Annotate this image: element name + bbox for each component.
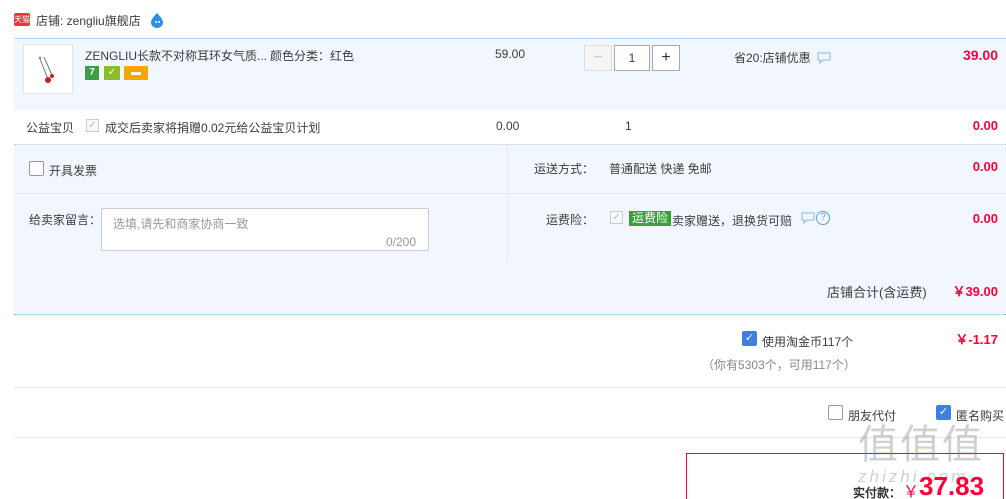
divider (14, 193, 508, 194)
credit-card-icon[interactable]: ▬ (124, 66, 148, 80)
item-title-link[interactable]: ZENGLIU长款不对称耳环女气质... (85, 47, 267, 64)
quantity-increase-button[interactable]: + (652, 45, 680, 71)
store-total-value: ￥39.00 (952, 284, 998, 299)
friend-pay-checkbox[interactable] (828, 405, 843, 420)
item-unit-price: 59.00 (495, 47, 526, 61)
seller-memo-char-count: 0/200 (386, 235, 417, 249)
taojinbi-checkbox[interactable]: ✓ (742, 331, 757, 346)
shipping-fee: 0.00 (972, 159, 998, 174)
divider (507, 144, 508, 262)
chat-bubble-icon[interactable] (817, 52, 831, 65)
shipping-method-value: 普通配送 快递 免邮 (609, 162, 712, 176)
taojinbi-label[interactable]: 使用淘金币117个 (762, 333, 853, 350)
invoice-label[interactable]: 开具发票 (49, 162, 97, 179)
actual-payment-value: 37.83 (919, 471, 985, 499)
taojinbi-note: （你有5303个，可用117个） (702, 358, 856, 372)
discount-label: 省20:店铺优惠 (734, 51, 811, 65)
shop-name-link[interactable]: 店铺: zengliu旗舰店 (36, 12, 141, 29)
quantity-input[interactable]: 1 (614, 45, 650, 71)
item-thumbnail[interactable] (23, 44, 73, 94)
seller-memo-placeholder: 选填,请先和商家协商一致 (113, 217, 249, 231)
shipping-insurance-badge: 运费险 (629, 211, 672, 226)
seven-day-return-icon[interactable]: 7 (85, 66, 99, 80)
chat-bubble-icon[interactable] (801, 212, 815, 225)
wangwang-chat-icon[interactable] (149, 12, 165, 28)
taojinbi-discount: ￥-1.17 (955, 332, 998, 347)
divider (14, 387, 1006, 388)
shipping-insurance-label: 运费险： (546, 213, 595, 227)
quantity-decrease-button[interactable]: − (584, 45, 612, 71)
invoice-checkbox[interactable] (29, 161, 44, 176)
guarantee-icon[interactable]: ✓ (104, 66, 120, 80)
actual-payment-label: 实付款： (853, 486, 902, 499)
charity-price: 0.00 (496, 119, 520, 133)
seller-memo-label: 给卖家留言： (29, 213, 102, 227)
item-spec: 颜色分类：红色 (270, 49, 355, 63)
shipping-insurance-checkbox: ✓ (610, 211, 623, 224)
shipping-insurance-fee: 0.00 (972, 211, 998, 226)
actual-payment-currency: ￥ (903, 484, 920, 499)
store-total-label: 店铺合计(含运费) (827, 285, 927, 300)
item-subtotal: 39.00 (962, 47, 998, 63)
watermark-logo: 值值值 (858, 423, 984, 467)
shipping-insurance-text: 卖家赠送，退换货可赔 (672, 214, 793, 228)
divider (508, 193, 1006, 194)
charity-checkbox: ✓ (86, 119, 99, 132)
anonymous-purchase-checkbox[interactable]: ✓ (936, 405, 951, 420)
shipping-method-label: 运送方式： (534, 162, 595, 176)
charity-text: 成交后卖家将捐赠0.02元给公益宝贝计划 (105, 121, 321, 135)
charity-qty: 1 (625, 119, 632, 133)
charity-label: 公益宝贝 (26, 121, 75, 135)
tmall-badge: 天猫 (14, 13, 30, 26)
help-icon[interactable]: ? (816, 211, 830, 225)
charity-total: 0.00 (972, 118, 998, 133)
